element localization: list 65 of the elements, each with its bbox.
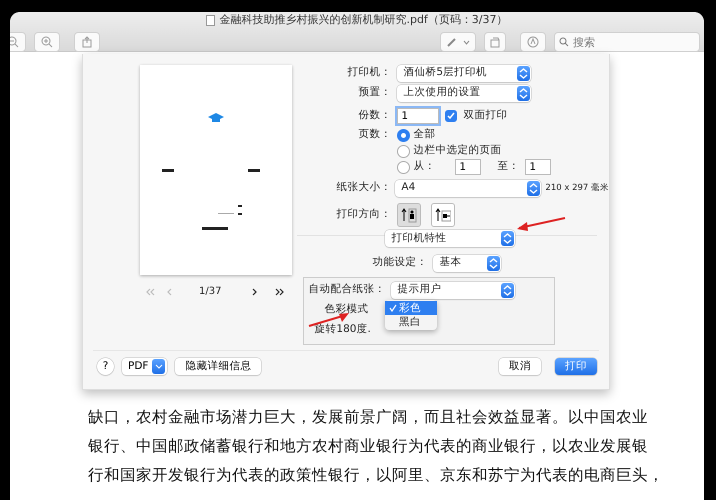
caret-icon: [462, 40, 470, 44]
landscape-icon: [435, 207, 452, 223]
body-paragraph: 缺口，农村金融市场潜力巨大，发展前景广阔，而且社会效益显著。以中国农业 银行、中国邮政储蓄银行和地方农村商业银行为代表的商业银行，以农业发展银 行和国家开发银行为代表的政策性银行，以阿里、京东和苏宁为代表的电商巨头，: [88, 407, 665, 486]
printer-label: 打印机：: [346, 65, 392, 80]
last-page-icon[interactable]: [275, 288, 284, 296]
markup-icon: [527, 36, 539, 48]
pages-label: 页数：: [357, 127, 392, 142]
first-page-icon[interactable]: [146, 288, 156, 296]
check-icon: [447, 112, 456, 120]
radio-button[interactable]: [397, 160, 410, 174]
check-icon: [389, 304, 397, 312]
preset-label: 预置：: [357, 85, 392, 100]
markup-button[interactable]: [520, 32, 546, 52]
portrait-icon: [401, 207, 418, 223]
rotate-button[interactable]: [484, 32, 506, 52]
color-mode-label: 色彩模式: [324, 302, 368, 318]
option-label: 从：: [413, 159, 436, 174]
duplex-checkbox[interactable]: [445, 110, 458, 122]
preset-select[interactable]: 上次使用的设置: [397, 84, 532, 102]
page-from-field[interactable]: 1: [455, 159, 482, 175]
copies-field[interactable]: 1: [397, 108, 440, 124]
orientation-button[interactable]: [431, 203, 456, 227]
cancel-button[interactable]: 取消: [499, 358, 541, 375]
auto-fit-select[interactable]: 提示用户: [391, 282, 516, 298]
feature-set-label: 功能设定：: [371, 255, 428, 270]
paper-size-label: 纸张大小：: [335, 180, 392, 196]
zoom-out-icon: [10, 36, 19, 48]
next-page-icon[interactable]: [252, 288, 258, 296]
option-label: 边栏中选定的页面: [413, 143, 502, 158]
share-button[interactable]: [74, 32, 100, 52]
zoom-in-icon: [41, 36, 53, 48]
radio-button[interactable]: [397, 128, 410, 142]
orientation-button[interactable]: [397, 203, 422, 227]
page-indicator: 1/37: [198, 285, 222, 299]
help-button[interactable]: ?: [97, 358, 114, 375]
search-icon: [559, 37, 569, 47]
orientation-label: 打印方向：: [335, 207, 392, 222]
rotate-label: 旋转180度.: [314, 322, 371, 338]
window-title: 金融科技助推乡村振兴的创新机制研究.pdf（页码：3/37）: [219, 13, 508, 27]
menu-item[interactable]: 彩色: [385, 301, 437, 315]
cap-icon: [208, 113, 224, 123]
share-icon: [82, 36, 92, 48]
document-icon: [206, 14, 216, 26]
page-to-label: 至：: [497, 159, 520, 174]
feature-set-select[interactable]: 基本: [433, 254, 502, 272]
radio-button[interactable]: [397, 144, 410, 158]
zoom-in-button[interactable]: [34, 32, 60, 52]
auto-fit-label: 自动配合纸张：: [308, 282, 386, 298]
previous-page-icon[interactable]: [167, 288, 172, 296]
menu-item[interactable]: 黑白: [385, 315, 437, 329]
page-to-field[interactable]: 1: [525, 159, 552, 175]
paper-size-select[interactable]: A4: [395, 180, 542, 196]
copies-label: 份数：: [357, 108, 392, 124]
rotate-icon: [489, 36, 501, 48]
pen-button[interactable]: [440, 32, 476, 52]
search-field[interactable]: 搜索: [554, 32, 700, 52]
pen-icon: [446, 37, 456, 47]
printer-features-select[interactable]: 打印机特性: [385, 230, 516, 247]
hide-details-button[interactable]: 隐藏详细信息: [175, 358, 262, 375]
printer-select[interactable]: 酒仙桥5层打印机: [397, 64, 532, 82]
caret-icon: [154, 364, 163, 370]
duplex-label: 双面打印: [463, 108, 508, 124]
paper-dimensions: 210 x 297 毫米: [545, 182, 609, 194]
option-label: 全部: [413, 127, 436, 142]
pdf-menu-button[interactable]: PDF: [122, 358, 168, 375]
